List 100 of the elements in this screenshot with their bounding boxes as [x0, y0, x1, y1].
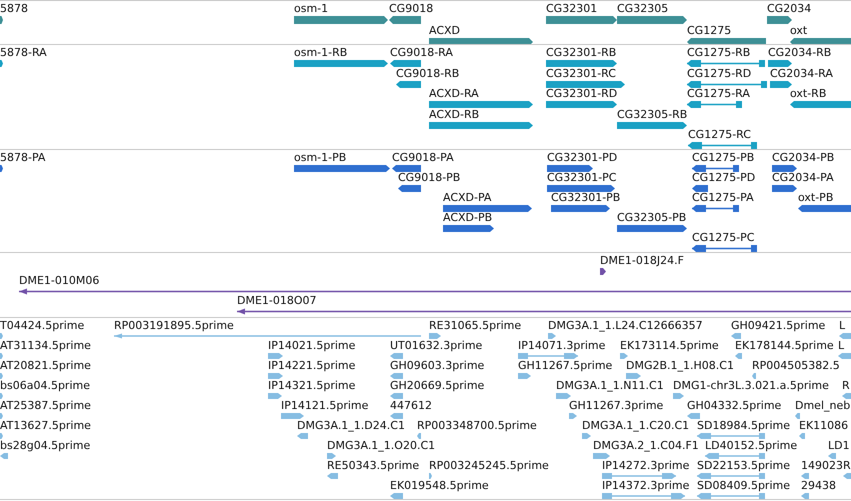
feature-label: CG32305-RB — [617, 108, 688, 120]
feature-label: CG1275 — [687, 25, 732, 37]
feature-label: RE50343.5prime — [327, 460, 420, 472]
feature-label: CG32301-PB — [551, 192, 620, 204]
feature-arrow[interactable] — [0, 60, 3, 67]
feature-arrow[interactable] — [770, 80, 792, 88]
feature-arrow[interactable] — [0, 165, 3, 172]
clone-line[interactable] — [237, 308, 851, 315]
feature-label: CG2034-PB — [772, 152, 834, 164]
clone-line[interactable] — [19, 288, 851, 295]
feature-arrow[interactable] — [767, 16, 792, 24]
feature-arrow[interactable] — [798, 205, 851, 212]
feature-label: CG1275-PB — [692, 152, 754, 164]
feature-arrow[interactable] — [768, 60, 792, 67]
feature-arrow[interactable] — [692, 185, 708, 192]
feature-label: EK173114.5prime — [620, 340, 719, 352]
feature-label: DMG2B.1_1.H08.C1 — [626, 360, 734, 372]
feature-label: T04424.5prime — [0, 320, 84, 332]
feature-arrow[interactable] — [772, 165, 797, 172]
feature-arrow[interactable] — [617, 122, 687, 128]
feature-label: IP14021.5prime — [268, 340, 356, 352]
feature-label: ACXD-PB — [443, 212, 492, 224]
feature-label: DME1-018O07 — [237, 295, 317, 307]
feature-label: 5878-PA — [0, 152, 46, 164]
feature-arrow[interactable] — [790, 101, 851, 108]
feature-label: LD40152.5prime — [705, 440, 798, 452]
feature-label: IP14121.5prime — [281, 400, 368, 412]
spliced-feature-drawing[interactable] — [687, 101, 742, 108]
feature-arrow[interactable] — [396, 80, 421, 88]
feature-label: CG32305 — [617, 3, 668, 15]
feature-label: L — [838, 340, 844, 352]
feature-label: CG9018-RA — [390, 47, 453, 59]
feature-label: CG1275-RD — [687, 68, 752, 80]
feature-arrow[interactable] — [398, 185, 421, 192]
feature-label: IP14071.3prime — [518, 340, 606, 352]
feature-label: osm-1 — [294, 3, 328, 15]
feature-arrow[interactable] — [392, 165, 421, 172]
feature-label: DMG3A.1_1.C20.C1 — [582, 420, 690, 432]
feature-arrow[interactable] — [0, 16, 3, 24]
feature-label: GH04332.5prime — [687, 400, 782, 412]
feature-label: CG9018-PA — [392, 152, 454, 164]
feature-label: GH09421.5prime — [731, 320, 826, 332]
feature-label: oxt-RB — [790, 88, 826, 100]
feature-label: L — [839, 320, 846, 332]
feature-label: RP004505382.5 — [752, 360, 840, 372]
spliced-feature-drawing[interactable] — [518, 353, 578, 359]
feature-arrow[interactable] — [547, 185, 615, 192]
feature-arrow[interactable] — [443, 225, 494, 232]
feature-label: DMG3A.1_1.O20.C1 — [327, 440, 436, 452]
feature-label: bs06a04.5prime — [0, 380, 90, 392]
feature-label: RP003348700.5prime — [417, 420, 537, 432]
feature-label: CG9018 — [389, 3, 434, 15]
feature-arrow[interactable] — [390, 60, 421, 67]
feature-label: EK178144.5prime — [735, 340, 834, 352]
feature-label: RP003191895.5prime — [114, 320, 234, 332]
feature-label: LD1 — [828, 440, 850, 452]
feature-label: CG32301-PD — [547, 152, 618, 164]
feature-label: CG1275-RB — [687, 47, 750, 59]
spliced-feature-drawing[interactable] — [602, 473, 676, 479]
feature-label: GH11267.5prime — [518, 360, 612, 372]
feature-label: R — [843, 460, 851, 472]
spliced-feature-drawing[interactable] — [692, 245, 757, 252]
feature-label: RP003245245.5prime — [429, 460, 549, 472]
feature-label: DMG3A.2_1.C04.F1 — [593, 440, 699, 452]
feature-label: CG9018-PB — [398, 172, 460, 184]
feature-arrow[interactable] — [547, 165, 593, 172]
spliced-feature-drawing[interactable] — [687, 80, 767, 88]
feature-arrow[interactable] — [772, 185, 797, 192]
feature-label: CG1275-PA — [692, 192, 754, 204]
feature-arrow[interactable] — [790, 38, 851, 44]
feature-label: RE31065.5prime — [429, 320, 522, 332]
feature-label: bs28g04.5prime — [0, 440, 90, 452]
feature-arrow[interactable] — [617, 225, 687, 232]
feature-label: CG1275-PC — [692, 232, 754, 244]
feature-label: EK11086 — [799, 420, 848, 432]
feature-label: CG1275-RC — [688, 129, 751, 141]
spliced-feature-drawing[interactable] — [602, 493, 685, 499]
feature-label: CG1275-PD — [692, 172, 756, 184]
spliced-feature-drawing[interactable] — [697, 473, 765, 479]
feature-label: R — [842, 380, 850, 392]
feature-label: GH11267.3prime — [569, 400, 664, 412]
feature-label: CG32301-RD — [546, 88, 618, 100]
feature-label: 149023 — [801, 460, 843, 472]
feature-label: DMG3A.1_1.N11.C1 — [556, 380, 664, 392]
spliced-feature-drawing[interactable] — [697, 493, 765, 499]
spliced-feature-drawing[interactable] — [705, 453, 765, 459]
feature-label: AT25387.5prime — [0, 400, 91, 412]
feature-label: CG32301-RC — [546, 68, 616, 80]
spliced-feature-drawing[interactable] — [688, 142, 757, 149]
spliced-feature-drawing[interactable] — [692, 205, 739, 212]
spliced-feature-drawing[interactable] — [692, 165, 739, 172]
spliced-feature-drawing[interactable] — [697, 433, 765, 439]
feature-label: CG32301-PC — [547, 172, 616, 184]
feature-label: osm-1-RB — [294, 47, 348, 59]
feature-arrow[interactable] — [389, 16, 421, 24]
spliced-feature-drawing[interactable] — [687, 60, 765, 67]
feature-arrow[interactable] — [600, 268, 606, 275]
feature-label: CG2034-PA — [772, 172, 834, 184]
feature-label: CG32301 — [546, 3, 598, 15]
feature-arrow[interactable] — [551, 205, 610, 212]
